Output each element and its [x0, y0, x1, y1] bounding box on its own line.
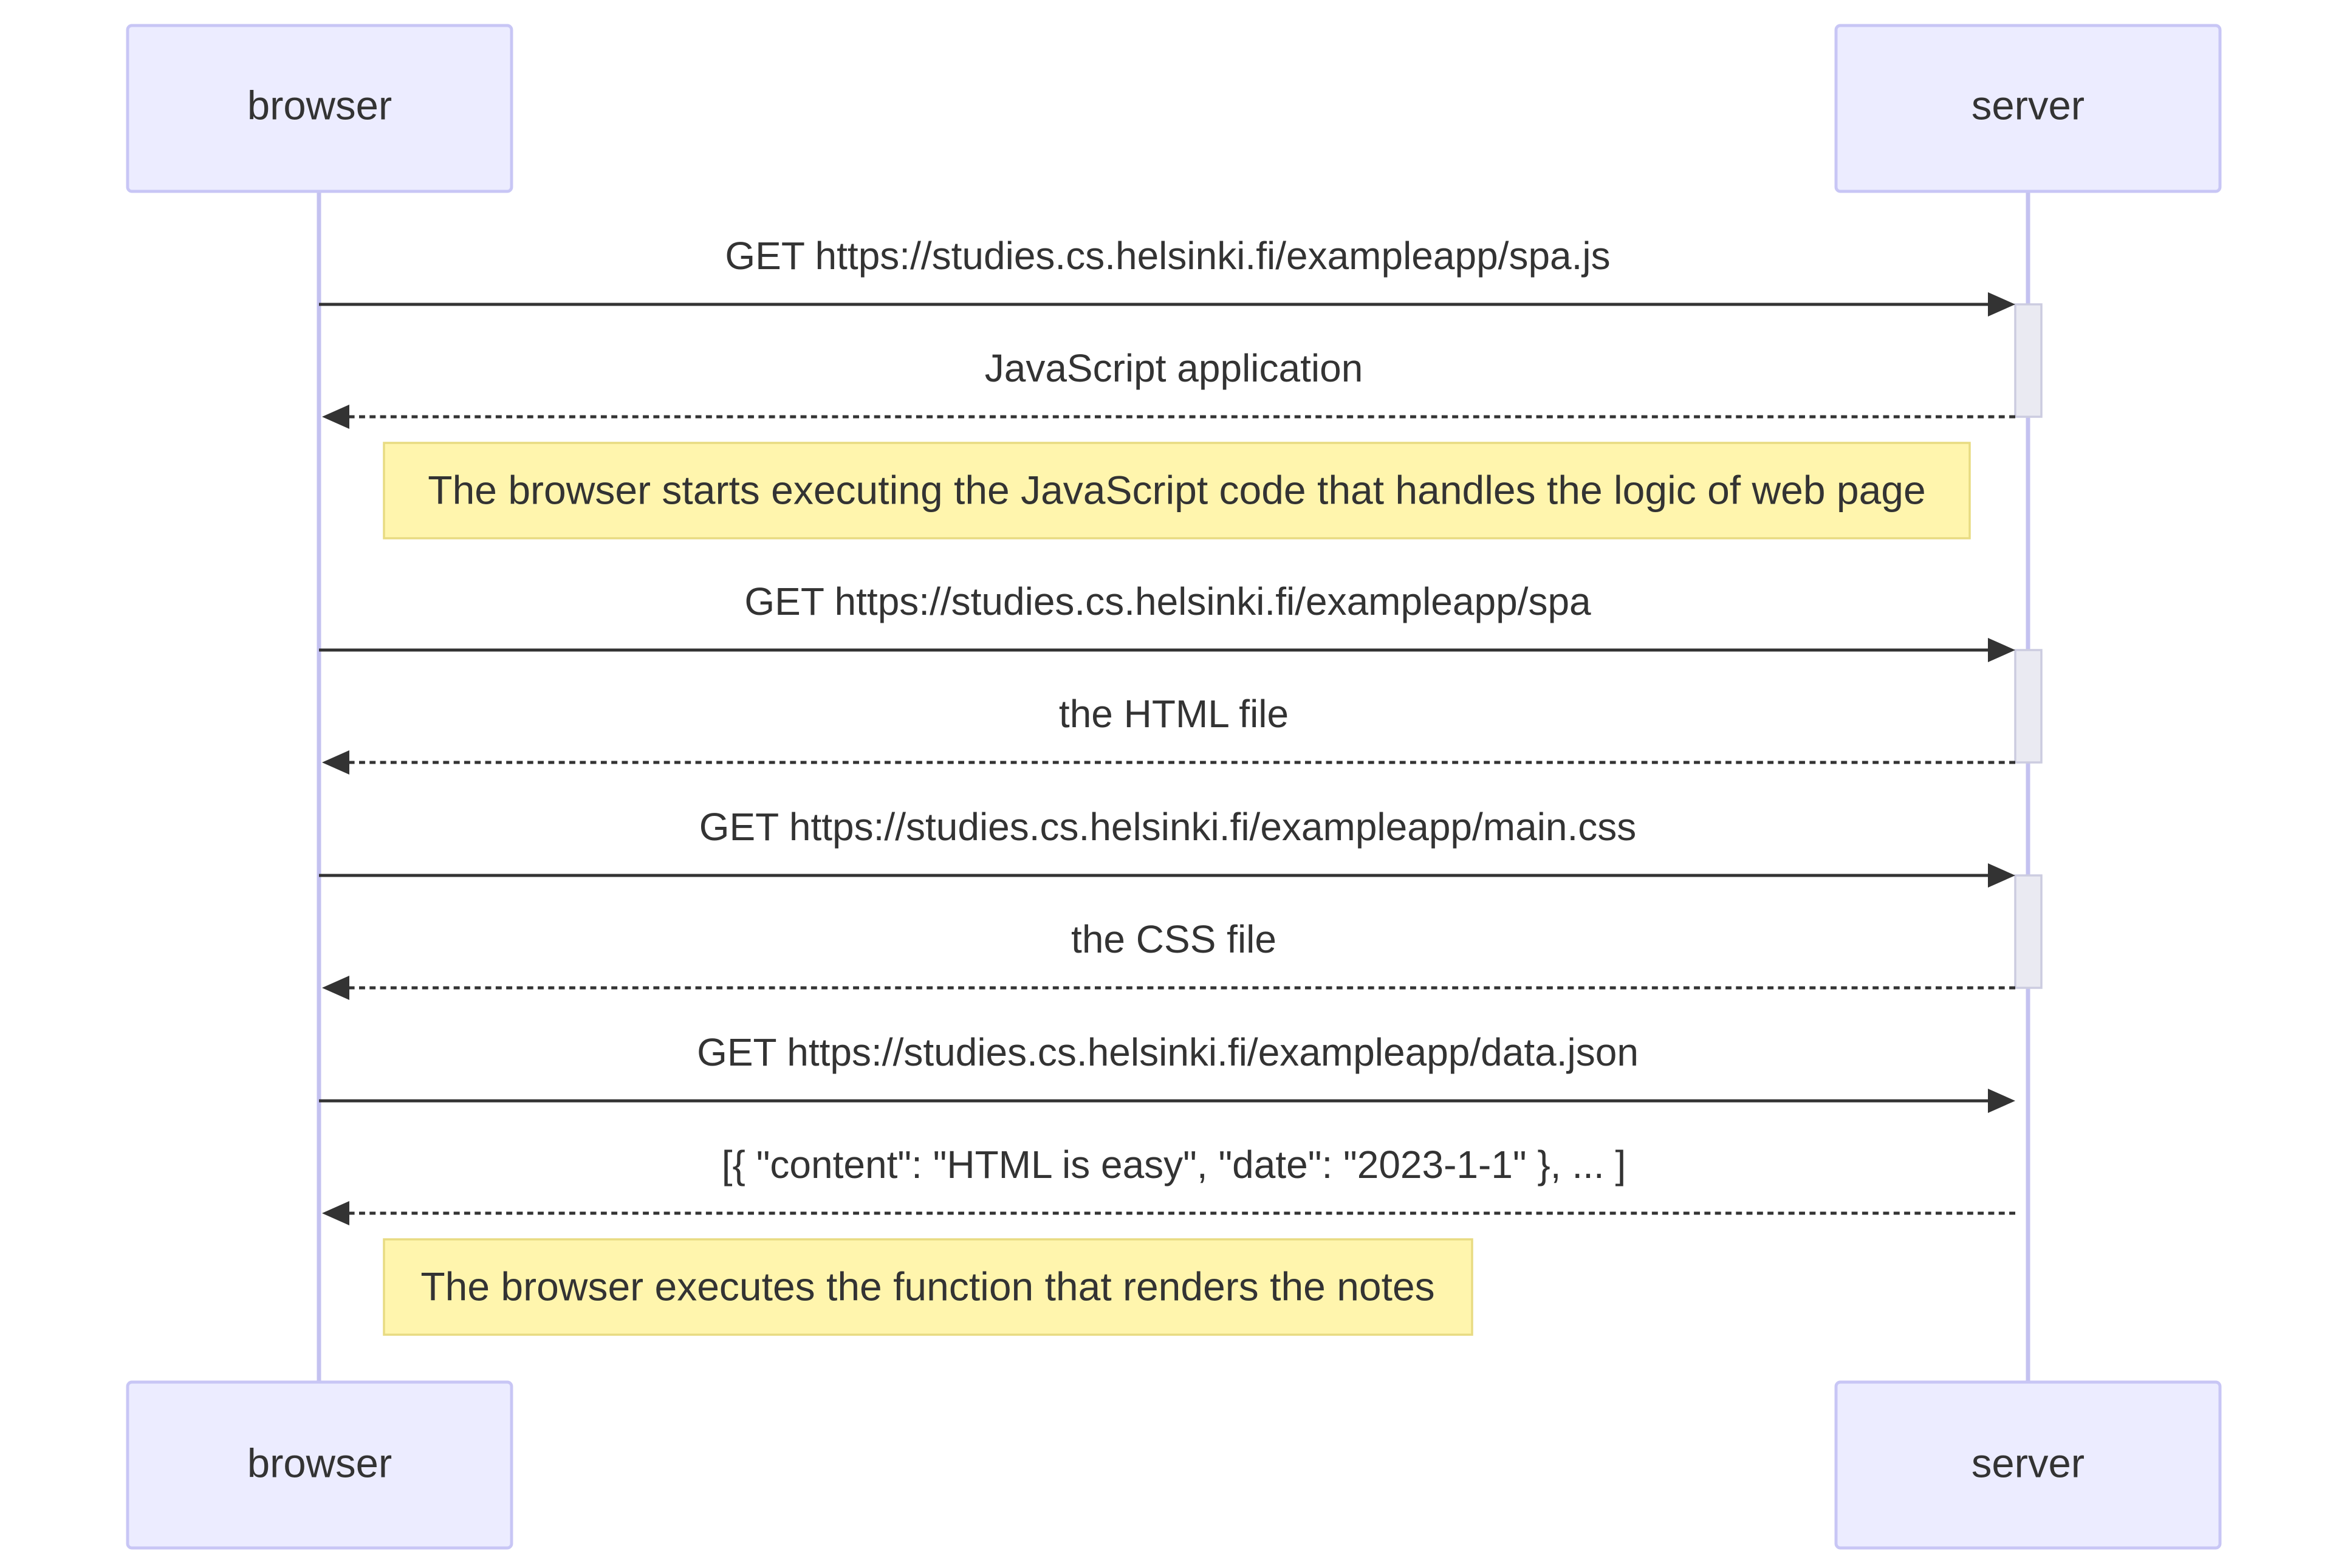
message-label: GET https://studies.cs.helsinki.fi/examp…	[725, 234, 1610, 278]
server-actor-top-label: server	[1972, 83, 2085, 129]
server-activation-spa-js	[2014, 303, 2043, 418]
arrowhead-right	[1988, 638, 2015, 662]
server-actor-bottom-label: server	[1972, 1441, 2085, 1487]
message-response-html: the HTML file	[322, 692, 2015, 775]
message-request-data-json: GET https://studies.cs.helsinki.fi/examp…	[319, 1030, 2015, 1113]
note-renders-notes: The browser executes the function that r…	[383, 1238, 1473, 1336]
arrowhead-right	[1988, 292, 2015, 317]
server-actor-top: server	[1834, 24, 2222, 193]
arrowhead-right	[1988, 863, 2015, 888]
message-label: GET https://studies.cs.helsinki.fi/examp…	[697, 1030, 1639, 1074]
browser-actor-top-label: browser	[247, 83, 392, 129]
message-label: the HTML file	[1059, 692, 1289, 736]
message-label: GET https://studies.cs.helsinki.fi/examp…	[744, 580, 1591, 623]
arrowhead-left	[322, 976, 349, 1000]
message-response-javascript: JavaScript application	[322, 346, 2015, 429]
arrowhead-left	[322, 405, 349, 429]
message-label: [{ "content": "HTML is easy", "date": "2…	[722, 1143, 1626, 1186]
arrowhead-left	[322, 750, 349, 775]
arrowhead-left	[322, 1201, 349, 1225]
message-label: GET https://studies.cs.helsinki.fi/examp…	[699, 805, 1637, 849]
message-request-spa-js: GET https://studies.cs.helsinki.fi/examp…	[319, 234, 2015, 317]
server-activation-spa	[2014, 649, 2043, 764]
server-actor-bottom: server	[1834, 1380, 2222, 1550]
arrowhead-right	[1988, 1089, 2015, 1113]
browser-actor-bottom-label: browser	[247, 1441, 392, 1487]
message-request-spa: GET https://studies.cs.helsinki.fi/examp…	[319, 580, 2015, 662]
message-response-css: the CSS file	[322, 917, 2015, 1000]
note-executing-javascript: The browser starts executing the JavaScr…	[383, 442, 1971, 539]
sequence-diagram: browser server GET https://studies.cs.he…	[126, 24, 2222, 1550]
browser-actor-top: browser	[126, 24, 513, 193]
message-label: JavaScript application	[985, 346, 1363, 390]
note-text: The browser executes the function that r…	[420, 1264, 1434, 1309]
message-label: the CSS file	[1071, 917, 1276, 961]
server-activation-main-css	[2014, 874, 2043, 989]
message-response-json-data: [{ "content": "HTML is easy", "date": "2…	[322, 1143, 2015, 1225]
browser-actor-bottom: browser	[126, 1380, 513, 1550]
message-request-main-css: GET https://studies.cs.helsinki.fi/examp…	[319, 805, 2015, 888]
note-text: The browser starts executing the JavaScr…	[428, 467, 1925, 512]
